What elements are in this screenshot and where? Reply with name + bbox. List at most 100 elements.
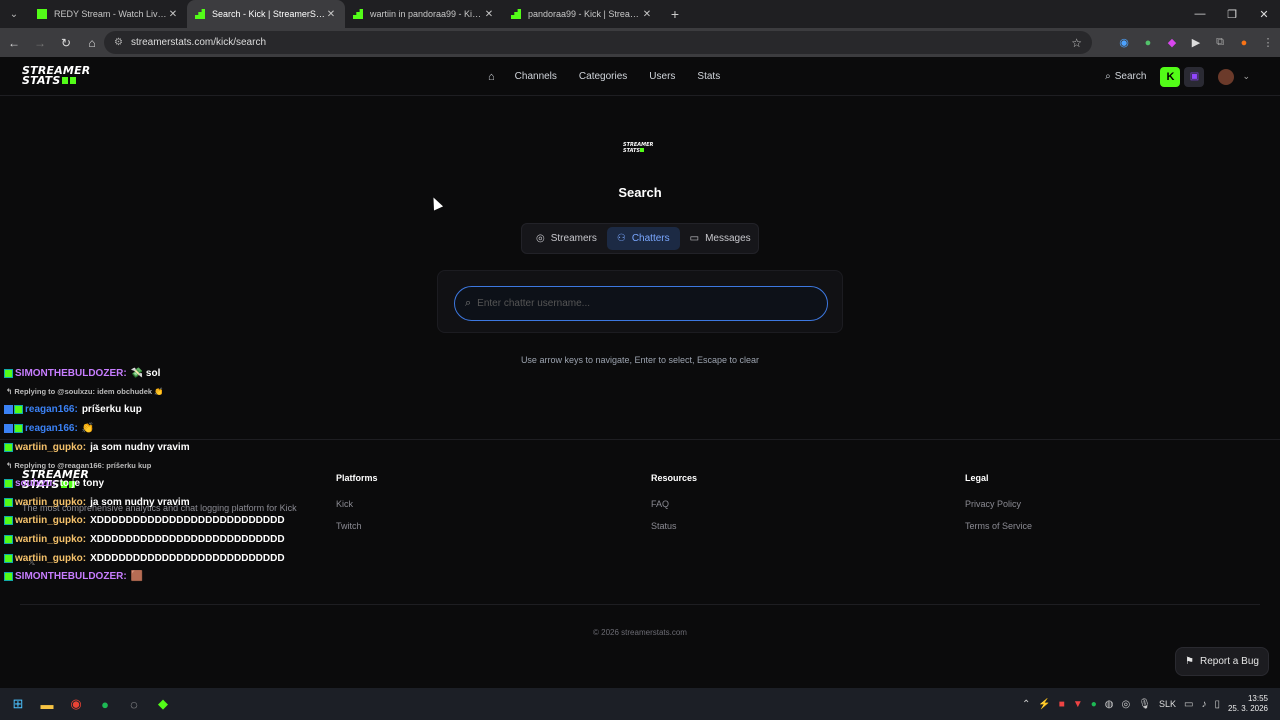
kick-badge-icon — [14, 423, 23, 433]
header-actions: ⌕ Search K ▣ ⌄ — [1105, 57, 1250, 96]
app-icon[interactable]: ◌ — [124, 694, 144, 714]
reload-icon[interactable]: ↻ — [54, 31, 78, 55]
report-bug-label: Report a Bug — [1200, 656, 1259, 667]
chat-username: SIMONTHEBULDOZER: — [15, 571, 127, 583]
tray-app-icon[interactable]: ⚡ — [1038, 699, 1050, 710]
nav-home-icon[interactable]: ⌂ — [488, 71, 495, 83]
kick-badge-icon — [4, 497, 13, 507]
file-explorer-icon[interactable]: ▬ — [37, 694, 57, 714]
report-bug-button[interactable]: ⚑ Report a Bug — [1175, 647, 1269, 676]
system-tray: ⌃ ⚡ ■ ▼ ● ◍ ◎ 🎙 SLK ▭ ♪ ▯ 13:55 25. 3. 2… — [1022, 688, 1268, 720]
kick-badge-icon — [4, 534, 13, 544]
footer-link-faq[interactable]: FAQ — [651, 499, 697, 509]
site-info-icon[interactable]: ⚙ — [114, 37, 123, 48]
logo-text-line2: STATS — [22, 74, 61, 87]
browser-tab[interactable]: wartiin in pandoraa99 - Kick | StreamerS… — [345, 0, 503, 28]
kick-icon — [37, 9, 47, 19]
spotify-icon[interactable]: ● — [95, 694, 115, 714]
footer-heading: Resources — [651, 473, 698, 483]
clock[interactable]: 13:55 25. 3. 2026 — [1228, 694, 1268, 714]
chat-text: 💸 sol — [130, 367, 161, 379]
tray-steam-icon[interactable]: ◍ — [1105, 699, 1114, 710]
minimize-icon[interactable]: — — [1184, 8, 1216, 20]
tab-search-menu-icon[interactable]: ⌄ — [5, 5, 23, 23]
chat-message: SIMONTHEBULDOZER: 🟫 — [4, 567, 324, 586]
bookmark-star-icon[interactable]: ☆ — [1071, 36, 1082, 50]
home-icon[interactable]: ⌂ — [80, 31, 104, 55]
chatter-search-input[interactable] — [477, 298, 798, 309]
tab-title: REDY Stream - Watch Live on Kick — [54, 9, 167, 19]
browser-menu-icon[interactable]: ⋮ — [1256, 34, 1280, 52]
kick-platform-icon[interactable]: K — [1160, 66, 1181, 87]
browser-tab[interactable]: Search - Kick | StreamerStats ✕ — [187, 0, 345, 28]
back-icon[interactable]: ← — [2, 31, 26, 55]
close-tab-icon[interactable]: ✕ — [641, 9, 653, 20]
chrome-icon[interactable]: ◉ — [66, 694, 86, 714]
extension-icon[interactable]: ◆ — [1160, 34, 1184, 52]
language-indicator[interactable]: SLK — [1159, 699, 1176, 709]
footer-link-terms[interactable]: Terms of Service — [965, 521, 1032, 531]
extension-icon[interactable]: ▶ — [1184, 34, 1208, 52]
chevron-down-icon[interactable]: ⌄ — [1242, 71, 1250, 82]
tray-spotify-icon[interactable]: ● — [1091, 699, 1097, 710]
kick-badge-icon — [4, 442, 13, 452]
close-window-icon[interactable]: ✕ — [1248, 8, 1280, 21]
chat-username: SIMONTHEBULDOZER: — [15, 367, 127, 379]
battery-icon[interactable]: ▯ — [1214, 699, 1220, 710]
extensions-area: ◉ ● ◆ ▶ ⧉ ● ⋮ — [1112, 28, 1280, 57]
extensions-puzzle-icon[interactable]: ⧉ — [1208, 34, 1232, 52]
forward-icon[interactable]: → — [28, 31, 52, 55]
streamerstats-icon — [511, 9, 521, 19]
tab-streamers[interactable]: ◎ Streamers — [526, 227, 607, 250]
chat-text: ja som nudny vravim — [90, 441, 190, 453]
address-bar[interactable]: ⚙ streamerstats.com/kick/search ☆ — [104, 31, 1092, 54]
header-search-label: Search — [1114, 71, 1147, 82]
header-search-button[interactable]: ⌕ Search — [1105, 71, 1146, 82]
windows-start-icon[interactable]: ⊞ — [8, 694, 28, 714]
tray-app-icon[interactable]: ◎ — [1122, 699, 1131, 710]
chevron-up-icon[interactable]: ⌃ — [1022, 699, 1030, 710]
maximize-icon[interactable]: ❐ — [1216, 8, 1248, 21]
close-tab-icon[interactable]: ✕ — [167, 9, 179, 20]
app-icon[interactable]: ◆ — [153, 694, 173, 714]
extension-icon[interactable]: ◉ — [1112, 34, 1136, 52]
tab-messages[interactable]: ▭ Messages — [680, 227, 761, 250]
tray-app-icon[interactable]: ■ — [1059, 699, 1065, 710]
microphone-icon[interactable]: 🎙 — [1138, 699, 1151, 710]
chatter-search-box[interactable]: ⌕ — [454, 286, 828, 321]
profile-avatar-icon[interactable]: ● — [1232, 34, 1256, 52]
chat-message: soulxzu: to je tony — [4, 474, 324, 493]
footer-col-resources: Resources FAQ Status — [651, 473, 697, 543]
site-logo[interactable]: STREAMER STATS — [22, 65, 90, 87]
search-icon: ⌕ — [1105, 71, 1111, 82]
tab-chatters[interactable]: ⚇ Chatters — [606, 227, 680, 250]
footer-link-kick[interactable]: Kick — [336, 499, 378, 509]
footer-link-status[interactable]: Status — [651, 521, 697, 531]
windows-taskbar: ⊞ ▬ ◉ ● ◌ ◆ ⌃ ⚡ ■ ▼ ● ◍ ◎ 🎙 SLK ▭ ♪ ▯ 13… — [0, 688, 1280, 720]
browser-tab[interactable]: pandoraa99 - Kick | StreamerStats✕ — [503, 0, 661, 28]
nav-categories[interactable]: Categories — [579, 71, 627, 82]
footer-link-twitch[interactable]: Twitch — [336, 521, 378, 531]
footer-link-privacy[interactable]: Privacy Policy — [965, 499, 1032, 509]
tray-app-icon[interactable]: ▼ — [1073, 699, 1083, 710]
nav-channels[interactable]: Channels — [515, 71, 557, 82]
chat-message: wartiin_gupko: XDDDDDDDDDDDDDDDDDDDDDDDDD… — [4, 549, 324, 568]
twitch-platform-icon[interactable]: ▣ — [1184, 66, 1205, 87]
new-tab-button[interactable]: + — [665, 6, 685, 22]
nav-users[interactable]: Users — [649, 71, 675, 82]
network-icon[interactable]: ▭ — [1184, 699, 1193, 710]
volume-icon[interactable]: ♪ — [1201, 699, 1206, 710]
close-tab-icon[interactable]: ✕ — [483, 9, 495, 20]
extension-icon[interactable]: ● — [1136, 34, 1160, 52]
close-tab-icon[interactable]: ✕ — [325, 9, 337, 20]
user-avatar[interactable] — [1218, 68, 1235, 85]
browser-tab[interactable]: REDY Stream - Watch Live on Kick✕ — [29, 0, 187, 28]
bug-icon: ⚑ — [1185, 656, 1195, 667]
chat-username: soulxzu: — [15, 478, 56, 490]
chat-text: XDDDDDDDDDDDDDDDDDDDDDDDDDD — [90, 552, 285, 564]
search-card: ⌕ — [437, 270, 843, 333]
kick-badge-icon — [4, 516, 13, 526]
nav-stats[interactable]: Stats — [697, 71, 720, 82]
window-controls: — ❐ ✕ — [1184, 0, 1280, 28]
streamerstats-icon — [353, 9, 363, 19]
